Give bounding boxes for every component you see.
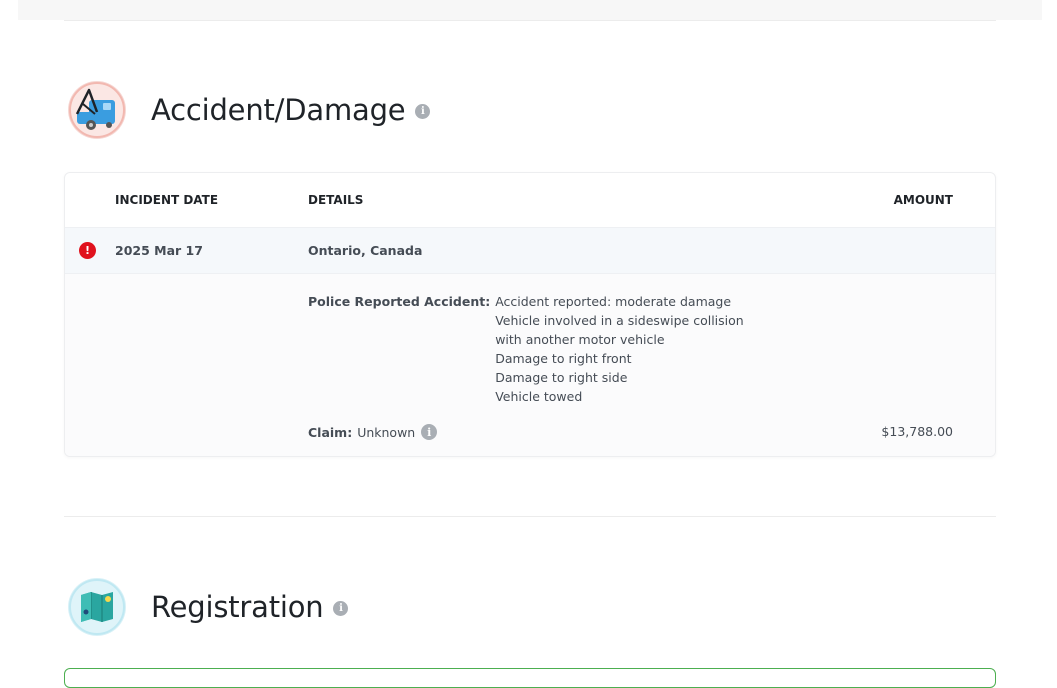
section-title-registration: Registration [151, 590, 324, 624]
info-icon[interactable]: i [333, 601, 349, 616]
detail-line: Vehicle involved in a sideswipe collisio… [495, 313, 744, 328]
map-icon [68, 578, 126, 636]
claim-label: Claim: [308, 424, 353, 440]
header-incident-date: INCIDENT DATE [115, 193, 219, 207]
table-row[interactable]: ! 2025 Mar 17 Ontario, Canada [65, 227, 995, 274]
registration-card [64, 668, 996, 688]
top-strip [18, 0, 1042, 20]
detail-line: Damage to right side [495, 370, 628, 385]
tow-truck-icon [68, 81, 126, 139]
detail-line: with another motor vehicle [495, 332, 665, 347]
incident-location: Ontario, Canada [308, 243, 423, 258]
accident-table-card: INCIDENT DATE DETAILS AMOUNT ! 2025 Mar … [64, 172, 996, 457]
amount-value: $13,788.00 [881, 424, 953, 439]
detail-label: Police Reported Accident: [308, 294, 491, 309]
header-amount: AMOUNT [893, 193, 953, 207]
detail-line: Accident reported: moderate damage [495, 294, 732, 309]
divider [64, 20, 996, 21]
divider [64, 516, 996, 517]
detail-lines: Accident reported: moderate damage Vehic… [495, 292, 744, 406]
accident-section-header: Accident/Damage i [68, 81, 431, 139]
table-header: INCIDENT DATE DETAILS AMOUNT [65, 173, 995, 227]
row-detail: Police Reported Accident: Accident repor… [65, 274, 995, 456]
info-icon[interactable]: i [421, 424, 438, 440]
info-icon[interactable]: i [415, 104, 431, 119]
alert-icon: ! [79, 242, 96, 259]
detail-line: Vehicle towed [495, 389, 583, 404]
claim-line: Claim: Unknown i [308, 424, 438, 440]
registration-section-header: Registration i [68, 578, 349, 636]
claim-value: Unknown [357, 424, 416, 440]
police-report-block: Police Reported Accident: Accident repor… [308, 292, 744, 406]
incident-date: 2025 Mar 17 [115, 243, 203, 258]
detail-line: Damage to right front [495, 351, 632, 366]
section-title-accident: Accident/Damage [151, 93, 406, 127]
header-details: DETAILS [308, 193, 364, 207]
